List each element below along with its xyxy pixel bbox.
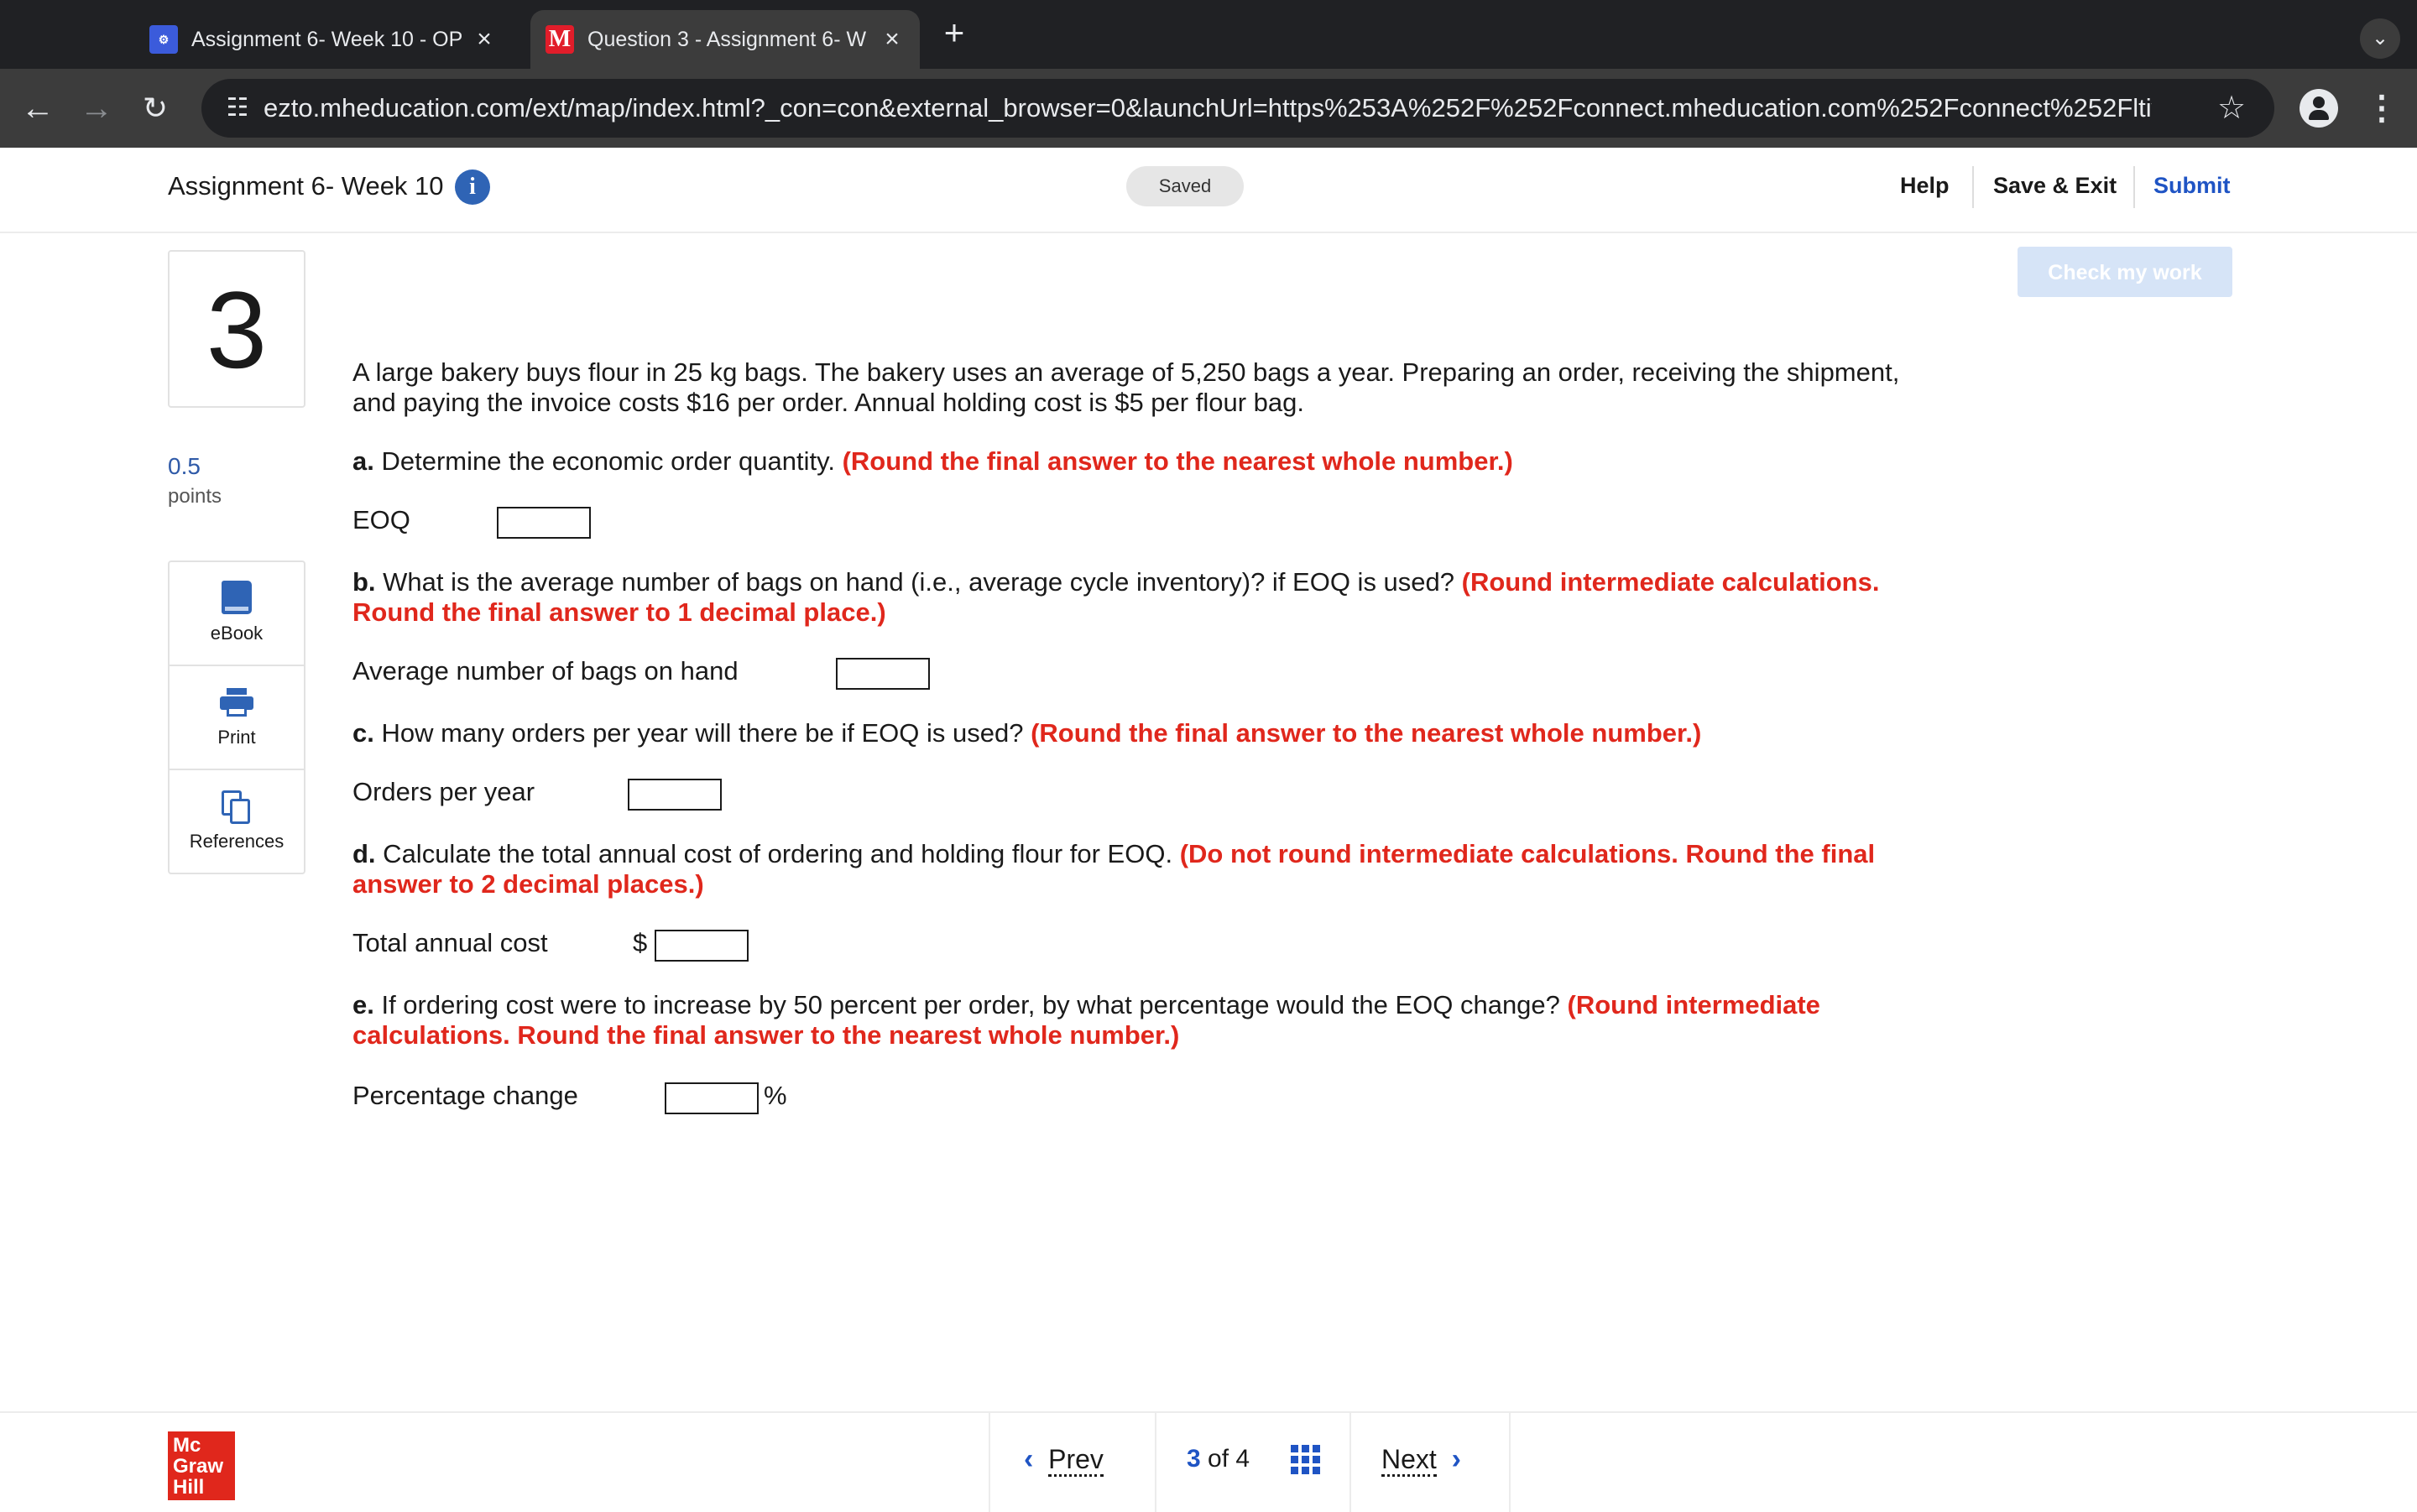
- percentage-change-label: Percentage change: [352, 1081, 578, 1110]
- college-logo-icon: ⚙: [149, 25, 178, 54]
- prev-label: Prev: [1048, 1444, 1104, 1477]
- question-prompt: A large bakery buys flour in 25 kg bags.…: [352, 357, 1900, 417]
- tab-title: Question 3 - Assignment 6- W: [587, 27, 867, 51]
- question-number: 3: [168, 250, 305, 408]
- orders-per-year-label: Orders per year: [352, 777, 535, 806]
- mcgraw-hill-favicon-icon: M: [546, 25, 574, 54]
- submit-link[interactable]: Submit: [2153, 173, 2231, 199]
- part-d-question: d. Calculate the total annual cost of or…: [352, 839, 1947, 899]
- printer-icon: [220, 688, 253, 718]
- part-e-question: e. If ordering cost were to increase by …: [352, 990, 1947, 1051]
- percentage-change-input[interactable]: [665, 1082, 759, 1114]
- part-letter: c.: [352, 718, 374, 748]
- book-icon: [222, 581, 252, 614]
- question-pager: ‹ Prev 3 of 4 Next ›: [989, 1413, 1511, 1512]
- total-annual-cost-input[interactable]: [655, 930, 749, 962]
- copy-icon: [222, 790, 255, 824]
- profile-avatar-icon[interactable]: [2300, 89, 2338, 128]
- bookmark-star-icon[interactable]: ☆: [2211, 87, 2253, 129]
- part-c-question: c. How many orders per year will there b…: [352, 718, 1947, 748]
- references-label: References: [189, 831, 285, 852]
- footer-navigation: Mc Graw Hill ‹ Prev 3 of 4 Next ›: [0, 1411, 2417, 1512]
- reload-icon[interactable]: ↻: [134, 87, 176, 129]
- part-text: Determine the economic order quantity.: [373, 446, 843, 476]
- part-text: If ordering cost were to increase by 50 …: [373, 990, 1568, 1019]
- browser-tab-strip: ⚙ Assignment 6- Week 10 - OPI × M Questi…: [0, 0, 2417, 69]
- eoq-input[interactable]: [497, 507, 591, 539]
- address-bar[interactable]: ☷ ezto.mheducation.com/ext/map/index.htm…: [201, 79, 2274, 138]
- divider: [1349, 1413, 1351, 1512]
- chevron-right-icon: ›: [1451, 1443, 1461, 1475]
- dollar-prefix: $: [633, 928, 648, 957]
- new-tab-button[interactable]: +: [933, 12, 975, 54]
- question-grid-icon[interactable]: [1291, 1445, 1321, 1475]
- next-button[interactable]: Next ›: [1381, 1443, 1461, 1477]
- average-bags-label: Average number of bags on hand: [352, 656, 739, 686]
- chevron-left-icon: ‹: [1024, 1443, 1034, 1475]
- total-pages: 4: [1235, 1445, 1250, 1473]
- orders-per-year-input[interactable]: [628, 779, 722, 811]
- question-tools-panel: eBook Print References: [168, 560, 305, 874]
- part-letter: e.: [352, 990, 374, 1019]
- divider: [1155, 1413, 1156, 1512]
- divider: [1972, 166, 1974, 208]
- page-indicator[interactable]: 3 of 4: [1187, 1445, 1250, 1473]
- save-exit-link[interactable]: Save & Exit: [1993, 173, 2117, 199]
- close-icon[interactable]: ×: [880, 25, 905, 54]
- site-settings-icon[interactable]: ☷: [217, 87, 258, 129]
- part-b-question: b. What is the average number of bags on…: [352, 567, 1947, 628]
- check-my-work-button[interactable]: Check my work: [2018, 247, 2232, 297]
- ebook-button[interactable]: eBook: [170, 562, 304, 665]
- next-label: Next: [1381, 1444, 1437, 1477]
- part-letter: b.: [352, 567, 376, 597]
- divider: [2133, 166, 2135, 208]
- help-link[interactable]: Help: [1900, 173, 1950, 199]
- part-a-question: a. Determine the economic order quantity…: [352, 446, 1947, 477]
- browser-menu-icon[interactable]: ⋮: [2365, 87, 2399, 129]
- part-letter: d.: [352, 839, 376, 868]
- url-text[interactable]: ezto.mheducation.com/ext/map/index.html?…: [264, 79, 2152, 138]
- references-button[interactable]: References: [170, 769, 304, 873]
- part-text: Calculate the total annual cost of order…: [375, 839, 1180, 868]
- average-bags-input[interactable]: [836, 658, 930, 690]
- browser-toolbar: ← → ↻ ☷ ezto.mheducation.com/ext/map/ind…: [0, 69, 2417, 148]
- tab-search-chevron-down-icon[interactable]: ⌄: [2360, 18, 2400, 59]
- ebook-label: eBook: [210, 623, 264, 644]
- part-letter: a.: [352, 446, 374, 476]
- points-value: 0.5: [168, 453, 201, 479]
- browser-tab-question[interactable]: M Question 3 - Assignment 6- W ×: [530, 10, 920, 69]
- tab-title: Assignment 6- Week 10 - OPI: [191, 27, 462, 51]
- back-arrow-icon[interactable]: ←: [17, 87, 59, 129]
- browser-tab-assignment[interactable]: ⚙ Assignment 6- Week 10 - OPI ×: [134, 10, 512, 69]
- logo-line: Hill: [173, 1476, 205, 1499]
- part-instruction: (Round the final answer to the nearest w…: [842, 446, 1513, 476]
- close-icon[interactable]: ×: [472, 25, 497, 54]
- eoq-label: EOQ: [352, 505, 410, 534]
- points-label: points: [168, 485, 222, 508]
- percent-suffix: %: [764, 1081, 787, 1110]
- part-text: How many orders per year will there be i…: [373, 718, 1031, 748]
- total-annual-cost-label: Total annual cost: [352, 928, 548, 957]
- logo-line: Graw: [173, 1455, 224, 1478]
- assignment-title: Assignment 6- Week 10: [168, 171, 444, 201]
- of-label: of: [1208, 1445, 1229, 1473]
- part-text: What is the average number of bags on ha…: [375, 567, 1462, 597]
- forward-arrow-icon[interactable]: →: [76, 87, 117, 129]
- mcgraw-hill-logo: Mc Graw Hill: [168, 1431, 235, 1500]
- saved-status-badge: Saved: [1126, 166, 1244, 206]
- prev-button[interactable]: ‹ Prev: [1024, 1443, 1104, 1477]
- part-instruction: (Round the final answer to the nearest w…: [1031, 718, 1702, 748]
- print-label: Print: [217, 727, 256, 748]
- assignment-header: Assignment 6- Week 10 i Saved Help Save …: [0, 148, 2417, 233]
- current-page: 3: [1187, 1445, 1201, 1473]
- info-icon[interactable]: i: [455, 169, 490, 205]
- logo-line: Mc: [173, 1434, 201, 1457]
- print-button[interactable]: Print: [170, 665, 304, 769]
